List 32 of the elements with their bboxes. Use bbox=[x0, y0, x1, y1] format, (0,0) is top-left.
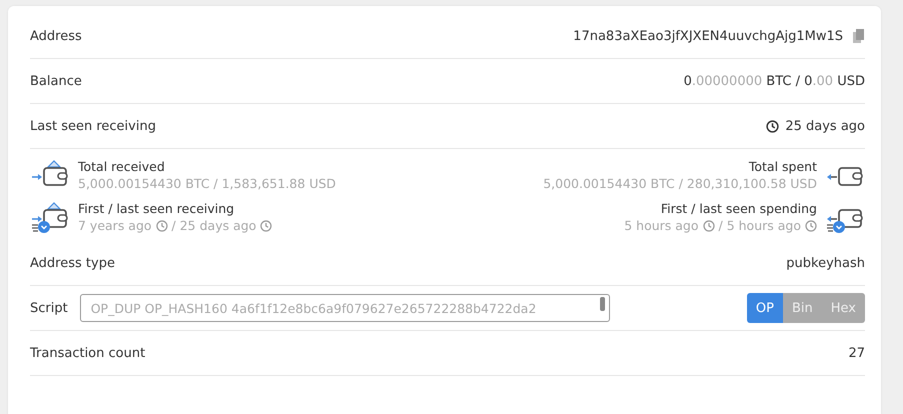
time-ago: / 25 days ago bbox=[172, 218, 256, 233]
time-ago: 5 hours ago bbox=[624, 218, 699, 233]
field-label: Last seen receiving bbox=[30, 118, 156, 134]
field-label: Transaction count bbox=[30, 346, 146, 360]
format-toggle[interactable]: Bin bbox=[782, 293, 822, 323]
clock-icon bbox=[156, 220, 168, 232]
clock-icon bbox=[766, 120, 780, 132]
script-field[interactable]: OP_DUP OP_HASH160 4a6f1f12e8bc6a9f079627e265722288b4722da2 bbox=[80, 294, 610, 322]
field-label: Address type bbox=[30, 256, 115, 270]
field-label: Balance bbox=[30, 74, 82, 88]
field-label: Script bbox=[30, 300, 68, 316]
balance-value: 0.00000000 BTC / 0.00 USD bbox=[684, 74, 865, 88]
clock-icon bbox=[805, 220, 817, 232]
stat-title: First / last seen spending bbox=[660, 201, 817, 216]
time-ago: / 5 hours ago bbox=[718, 218, 801, 233]
stat-title: Total received bbox=[78, 159, 166, 174]
transaction-count-value: 27 bbox=[848, 346, 865, 360]
time-ago: 7 years ago bbox=[78, 218, 152, 233]
stat-value: 5,000.00154430 BTC / 280,310,100.58 USD bbox=[543, 176, 817, 191]
stat-title: First / last seen receiving bbox=[78, 201, 236, 216]
clock-icon bbox=[260, 220, 272, 232]
clock-icon bbox=[702, 220, 715, 232]
last-seen-value: 25 days ago bbox=[785, 118, 865, 134]
address-type-value: pubkeyhash bbox=[786, 256, 865, 270]
format-toggle[interactable]: OP bbox=[746, 293, 783, 323]
field-label: Address bbox=[30, 28, 82, 44]
stat-value: 5,000.00154430 BTC / 1,583,651.88 USD bbox=[78, 176, 336, 191]
copy-icon[interactable] bbox=[853, 29, 865, 43]
address-value: 17na83aXEao3jfXJXEN4uuvchgAjg1Mw1S bbox=[573, 28, 843, 44]
wallet-clock-icon bbox=[30, 200, 70, 234]
stat-title: Total spent bbox=[748, 159, 817, 174]
format-toggle[interactable]: Hex bbox=[822, 293, 865, 323]
